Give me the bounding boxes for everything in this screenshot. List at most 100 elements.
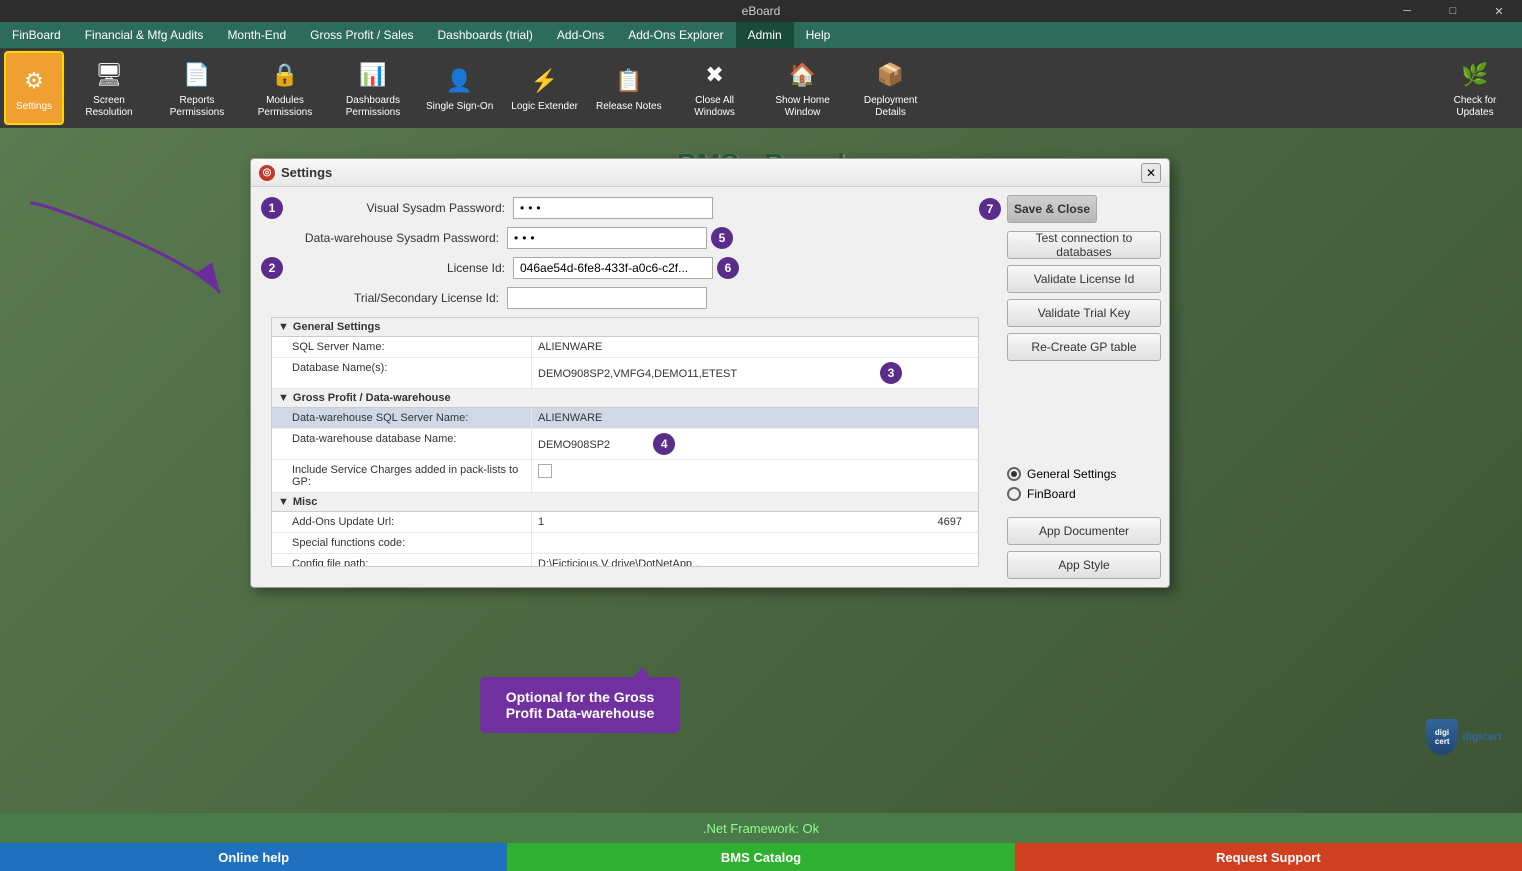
title-bar: eBoard ─ □ ✕	[0, 0, 1522, 22]
menu-help[interactable]: Help	[794, 22, 843, 48]
bottom-bar: Online help BMS Catalog Request Support	[0, 843, 1522, 871]
menu-admin[interactable]: Admin	[736, 22, 794, 48]
trial-license-row: Trial/Secondary License Id:	[261, 287, 989, 309]
config-path-value: D:\Ficticious V drive\DotNetApp...	[532, 554, 978, 567]
settings-icon: ⚙	[16, 63, 52, 99]
bms-catalog-button[interactable]: BMS Catalog	[507, 843, 1014, 871]
radio-general-label: General Settings	[1027, 467, 1116, 481]
online-help-label: Online help	[218, 850, 289, 865]
config-path-label: Config file path:	[272, 554, 532, 567]
bms-catalog-label: BMS Catalog	[721, 850, 801, 865]
deployment-details-label: Deployment Details	[856, 95, 926, 119]
visual-password-row: 1 Visual Sysadm Password:	[261, 197, 989, 219]
toolbar-deployment-details-button[interactable]: 📦 Deployment Details	[848, 51, 934, 125]
toolbar-screen-resolution-button[interactable]: 🖥 Screen Resolution	[66, 51, 152, 125]
visual-password-label: Visual Sysadm Password:	[293, 201, 513, 215]
config-path-row: Config file path: D:\Ficticious V drive\…	[272, 554, 978, 567]
maximize-button[interactable]: □	[1430, 0, 1476, 22]
dw-db-row: Data-warehouse database Name: DEMO908SP2…	[272, 429, 978, 460]
toolbar-reports-permissions-button[interactable]: 📄 Reports Permissions	[154, 51, 240, 125]
toolbar-logic-extender-button[interactable]: ⚡ Logic Extender	[503, 51, 586, 125]
badge-2: 2	[261, 257, 283, 279]
radio-finboard-label: FinBoard	[1027, 487, 1076, 501]
dw-sql-value: ALIENWARE	[532, 408, 978, 428]
menu-addons-explorer[interactable]: Add-Ons Explorer	[616, 22, 735, 48]
badge-5: 5	[711, 227, 733, 249]
toolbar-dashboards-permissions-button[interactable]: 📊 Dashboards Permissions	[330, 51, 416, 125]
close-button[interactable]: ✕	[1476, 0, 1522, 22]
dw-sql-label: Data-warehouse SQL Server Name:	[272, 408, 532, 428]
check-updates-icon: 🌿	[1457, 57, 1493, 93]
app-style-button[interactable]: App Style	[1007, 551, 1161, 579]
request-support-button[interactable]: Request Support	[1015, 843, 1522, 871]
settings-dialog: ◎ Settings ✕ 1 Visual Sysadm Password:	[250, 158, 1170, 588]
menu-financial-mfg[interactable]: Financial & Mfg Audits	[73, 22, 216, 48]
service-charges-label: Include Service Charges added in pack-li…	[272, 460, 532, 492]
menu-addons[interactable]: Add-Ons	[545, 22, 616, 48]
settings-table[interactable]: ▼ General Settings SQL Server Name: ALIE…	[271, 317, 979, 567]
recreate-gp-button[interactable]: Re-Create GP table	[1007, 333, 1161, 361]
dialog-buttons-panel: 7 Save & Close Test connection to databa…	[999, 187, 1169, 587]
reports-permissions-icon: 📄	[179, 57, 215, 93]
dw-sql-row: Data-warehouse SQL Server Name: ALIENWAR…	[272, 408, 978, 429]
release-notes-icon: 📋	[611, 63, 647, 99]
gross-profit-header: ▼ Gross Profit / Data-warehouse	[272, 389, 978, 408]
main-content: BMS-eBoard ver: 23.4.1.899 ◎ Settings ✕	[0, 128, 1522, 813]
dialog-titlebar: ◎ Settings ✕	[251, 159, 1169, 187]
dw-password-row: Data-warehouse Sysadm Password: 5	[261, 227, 989, 249]
show-home-label: Show Home Window	[768, 95, 838, 119]
digicert-shield-icon: digicert	[1426, 719, 1458, 755]
radio-general-circle	[1007, 467, 1021, 481]
toolbar-close-all-windows-button[interactable]: ✖ Close All Windows	[672, 51, 758, 125]
test-connection-button[interactable]: Test connection to databases	[1007, 231, 1161, 259]
single-sign-on-label: Single Sign-On	[426, 101, 493, 113]
request-support-label: Request Support	[1216, 850, 1321, 865]
menu-month-end[interactable]: Month-End	[215, 22, 298, 48]
validate-license-button[interactable]: Validate License Id	[1007, 265, 1161, 293]
badge-6: 6	[717, 257, 739, 279]
radio-general-settings[interactable]: General Settings	[1007, 467, 1161, 481]
badge-7: 7	[979, 198, 1001, 220]
service-charges-checkbox[interactable]	[538, 464, 552, 478]
toolbar-release-notes-button[interactable]: 📋 Release Notes	[588, 51, 670, 125]
menu-gross-profit[interactable]: Gross Profit / Sales	[298, 22, 425, 48]
deployment-details-icon: 📦	[873, 57, 909, 93]
visual-password-input[interactable]	[513, 197, 713, 219]
toolbar-single-sign-on-button[interactable]: 👤 Single Sign-On	[418, 51, 501, 125]
dialog-title-text: Settings	[281, 165, 1141, 180]
radio-finboard[interactable]: FinBoard	[1007, 487, 1161, 501]
dw-password-input[interactable]	[507, 227, 707, 249]
status-message: .Net Framework: Ok	[703, 821, 819, 836]
sql-server-value: ALIENWARE	[532, 337, 978, 357]
dialog-close-button[interactable]: ✕	[1141, 163, 1161, 183]
modules-permissions-label: Modules Permissions	[250, 95, 320, 119]
license-id-row: 2 License Id: 6	[261, 257, 989, 279]
database-names-label: Database Name(s):	[272, 358, 532, 388]
arrow-decoration	[20, 183, 240, 316]
menu-bar: FinBoard Financial & Mfg Audits Month-En…	[0, 22, 1522, 48]
dashboards-permissions-icon: 📊	[355, 57, 391, 93]
general-settings-header: ▼ General Settings	[272, 318, 978, 337]
badge-4: 4	[653, 433, 675, 455]
screen-resolution-icon: 🖥	[91, 57, 127, 93]
special-functions-value	[532, 533, 978, 553]
app-documenter-button[interactable]: App Documenter	[1007, 517, 1161, 545]
toolbar-settings-button[interactable]: ⚙ Settings	[4, 51, 64, 125]
special-functions-label: Special functions code:	[272, 533, 532, 553]
toolbar-check-updates-button[interactable]: 🌿 Check for Updates	[1432, 51, 1518, 125]
minimize-button[interactable]: ─	[1384, 0, 1430, 22]
online-help-button[interactable]: Online help	[0, 843, 507, 871]
badge-3: 3	[880, 362, 902, 384]
database-names-value: DEMO908SP2,VMFG4,DEMO11,ETEST 3	[532, 358, 978, 388]
toolbar-modules-permissions-button[interactable]: 🔒 Modules Permissions	[242, 51, 328, 125]
toolbar-show-home-window-button[interactable]: 🏠 Show Home Window	[760, 51, 846, 125]
sql-server-label: SQL Server Name:	[272, 337, 532, 357]
license-id-label: License Id:	[293, 261, 513, 275]
menu-dashboards[interactable]: Dashboards (trial)	[426, 22, 545, 48]
sql-server-row: SQL Server Name: ALIENWARE	[272, 337, 978, 358]
license-id-input[interactable]	[513, 257, 713, 279]
menu-finboard[interactable]: FinBoard	[0, 22, 73, 48]
trial-license-input[interactable]	[507, 287, 707, 309]
validate-trial-button[interactable]: Validate Trial Key	[1007, 299, 1161, 327]
save-close-button[interactable]: Save & Close	[1007, 195, 1097, 223]
